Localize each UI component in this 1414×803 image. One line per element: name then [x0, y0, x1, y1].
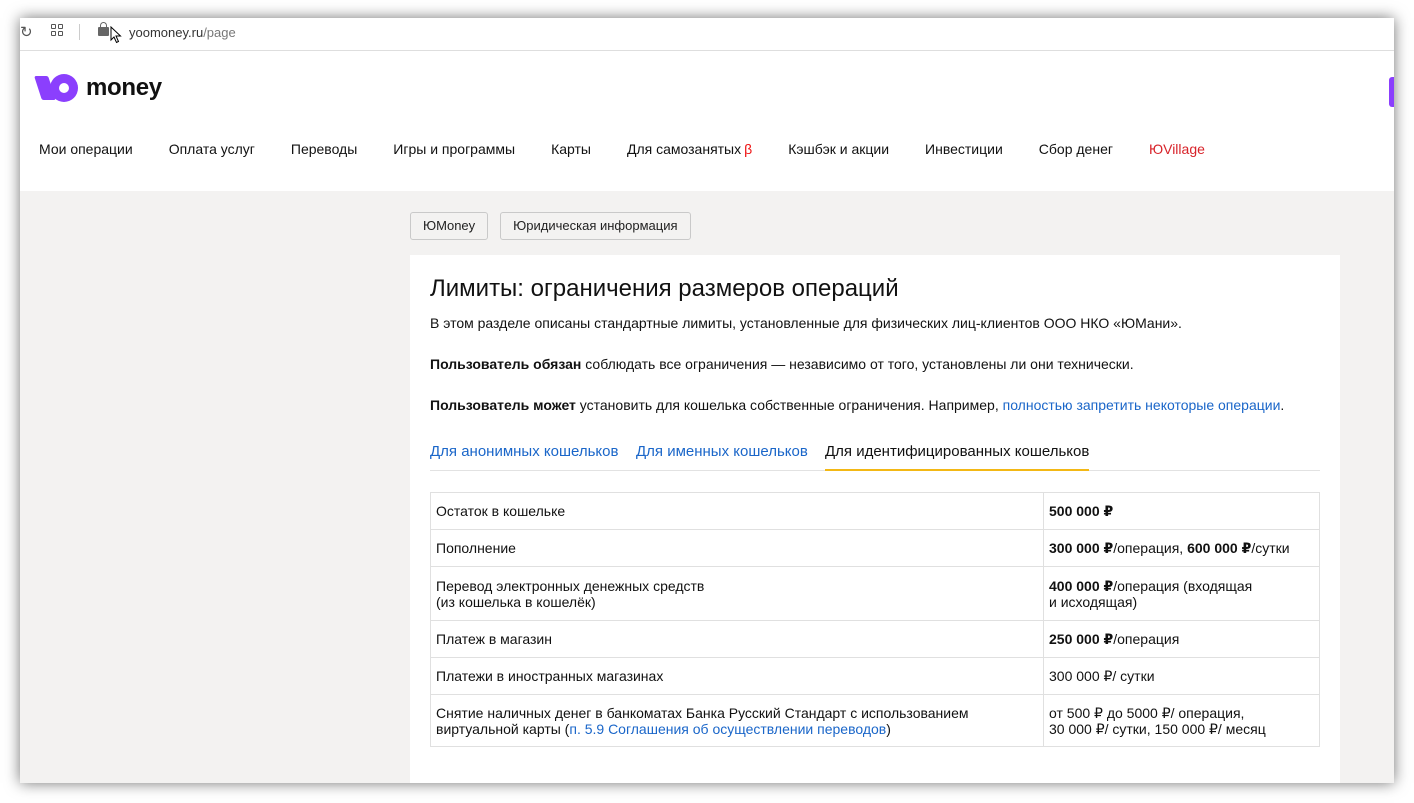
main-nav: Мои операции Оплата услуг Переводы Игры …: [39, 141, 1241, 159]
breadcrumb: ЮMoney Юридическая информация: [410, 212, 703, 240]
table-cell-value: 300 000 ₽/операция, 600 000 ₽/сутки: [1043, 529, 1320, 567]
nav-fundraising[interactable]: Сбор денег: [1039, 141, 1113, 159]
url-text[interactable]: yoomoney.ru/page: [129, 25, 236, 40]
value-text: 30 000 ₽/ сутки, 150 000 ₽/ месяц: [1049, 720, 1266, 737]
site-header: money Мои операции Оплата услуг Переводы…: [20, 51, 1394, 191]
yoomoney-logo[interactable]: money: [34, 71, 162, 105]
content-card: Лимиты: ограничения размеров операций В …: [410, 255, 1340, 783]
tab-anonymous-wallets[interactable]: Для анонимных кошельков: [430, 443, 618, 471]
value-text: и исходящая): [1049, 593, 1138, 610]
table-cell-value: 250 000 ₽/операция: [1043, 620, 1320, 658]
table-cell-label: Снятие наличных денег в банкоматах Банка…: [430, 694, 1044, 747]
nav-cashback[interactable]: Кэшбэк и акции: [788, 141, 889, 159]
nav-self-employed[interactable]: Для самозанятых β: [627, 141, 752, 159]
intro-text: В этом разделе описаны стандартные лимит…: [430, 315, 1182, 331]
limits-table: Остаток в кошельке 500 000 ₽ Пополнение …: [430, 492, 1320, 747]
page-title: Лимиты: ограничения размеров операций: [430, 275, 899, 302]
url-path: /page: [203, 25, 236, 40]
value-text: /операция: [1113, 631, 1180, 647]
nav-transfers[interactable]: Переводы: [291, 141, 357, 159]
value-text: /операция,: [1113, 540, 1188, 556]
obligation-bold: Пользователь обязан: [430, 356, 582, 372]
obligation-text: Пользователь обязан соблюдать все ограни…: [430, 356, 1134, 372]
table-row: Платежи в иностранных магазинах 300 000 …: [430, 657, 1320, 695]
obligation-rest: соблюдать все ограничения — независимо о…: [581, 356, 1134, 372]
nav-pay-services[interactable]: Оплата услуг: [169, 141, 255, 159]
table-cell-label: Платежи в иностранных магазинах: [430, 657, 1044, 695]
breadcrumb-yoomoney[interactable]: ЮMoney: [410, 212, 489, 240]
table-cell-value: 500 000 ₽: [1043, 492, 1320, 530]
nav-investments[interactable]: Инвестиции: [925, 141, 1003, 159]
block-operations-link[interactable]: полностью запретить некоторые операции: [1003, 397, 1281, 413]
label-line: Перевод электронных денежных средств: [436, 577, 705, 594]
table-row: Платеж в магазин 250 000 ₽/операция: [430, 620, 1320, 658]
label-line: (из кошелька в кошелёк): [436, 593, 596, 610]
table-cell-label: Перевод электронных денежных средств (из …: [430, 566, 1044, 621]
value-bold: 400 000 ₽: [1049, 577, 1114, 594]
table-row: Остаток в кошельке 500 000 ₽: [430, 492, 1320, 530]
value-text: /операция (входящая: [1113, 577, 1253, 594]
beta-badge: β: [744, 141, 753, 157]
table-cell-value: 300 000 ₽/ сутки: [1043, 657, 1320, 695]
value-bold: 250 000 ₽: [1049, 631, 1114, 647]
table-cell-label: Пополнение: [430, 529, 1044, 567]
label-line: Снятие наличных денег в банкоматах Банка…: [436, 704, 969, 721]
nav-my-operations[interactable]: Мои операции: [39, 141, 133, 159]
logo-mark-icon: [34, 74, 78, 102]
permission-end: .: [1280, 397, 1285, 413]
nav-games-programs[interactable]: Игры и программы: [393, 141, 515, 159]
nav-self-employed-label: Для самозанятых: [626, 141, 742, 157]
toolbar-divider: [79, 24, 80, 40]
value-text: /сутки: [1251, 540, 1290, 556]
nav-yuvillage[interactable]: ЮVillage: [1149, 141, 1205, 159]
lock-icon[interactable]: [98, 22, 109, 36]
browser-window: ↻ yoomoney.ru/page money Мои операции Оп…: [20, 18, 1394, 783]
table-cell-value: 400 000 ₽/операция (входящая и исходящая): [1043, 566, 1320, 621]
table-cell-label: Платеж в магазин: [430, 620, 1044, 658]
permission-rest: установить для кошелька собственные огра…: [575, 397, 1003, 413]
breadcrumb-legal-info[interactable]: Юридическая информация: [500, 212, 691, 240]
logo-text: money: [86, 74, 162, 101]
tab-named-wallets[interactable]: Для именных кошельков: [636, 443, 808, 471]
table-row: Перевод электронных денежных средств (из …: [430, 566, 1320, 621]
mouse-cursor-icon: [110, 26, 122, 44]
permission-text: Пользователь может установить для кошель…: [430, 397, 1284, 413]
value-bold: 600 000 ₽: [1187, 540, 1252, 556]
side-panel-tab[interactable]: [1389, 77, 1394, 107]
label-line: ): [886, 720, 891, 737]
permission-bold: Пользователь может: [430, 397, 576, 413]
table-row: Пополнение 300 000 ₽/операция, 600 000 ₽…: [430, 529, 1320, 567]
table-row: Снятие наличных денег в банкоматах Банка…: [430, 694, 1320, 747]
url-domain: yoomoney.ru: [129, 25, 204, 40]
nav-cards[interactable]: Карты: [551, 141, 591, 159]
address-bar: ↻ yoomoney.ru/page: [20, 18, 1394, 51]
value-text: от 500 ₽ до 5000 ₽/ операция,: [1049, 704, 1245, 721]
table-cell-value: от 500 ₽ до 5000 ₽/ операция, 30 000 ₽/ с…: [1043, 694, 1320, 747]
label-line: виртуальной карты (: [436, 720, 570, 737]
table-cell-label: Остаток в кошельке: [430, 492, 1044, 530]
reload-icon[interactable]: ↻: [20, 24, 34, 40]
wallet-type-tabs: Для анонимных кошельков Для именных коше…: [430, 443, 1320, 471]
value-bold: 500 000 ₽: [1049, 503, 1114, 519]
agreement-clause-link[interactable]: п. 5.9 Соглашения об осуществлении перев…: [569, 721, 886, 737]
tabs-grid-icon[interactable]: [51, 24, 65, 38]
value-bold: 300 000 ₽: [1049, 540, 1114, 556]
tab-identified-wallets[interactable]: Для идентифицированных кошельков: [825, 443, 1090, 471]
